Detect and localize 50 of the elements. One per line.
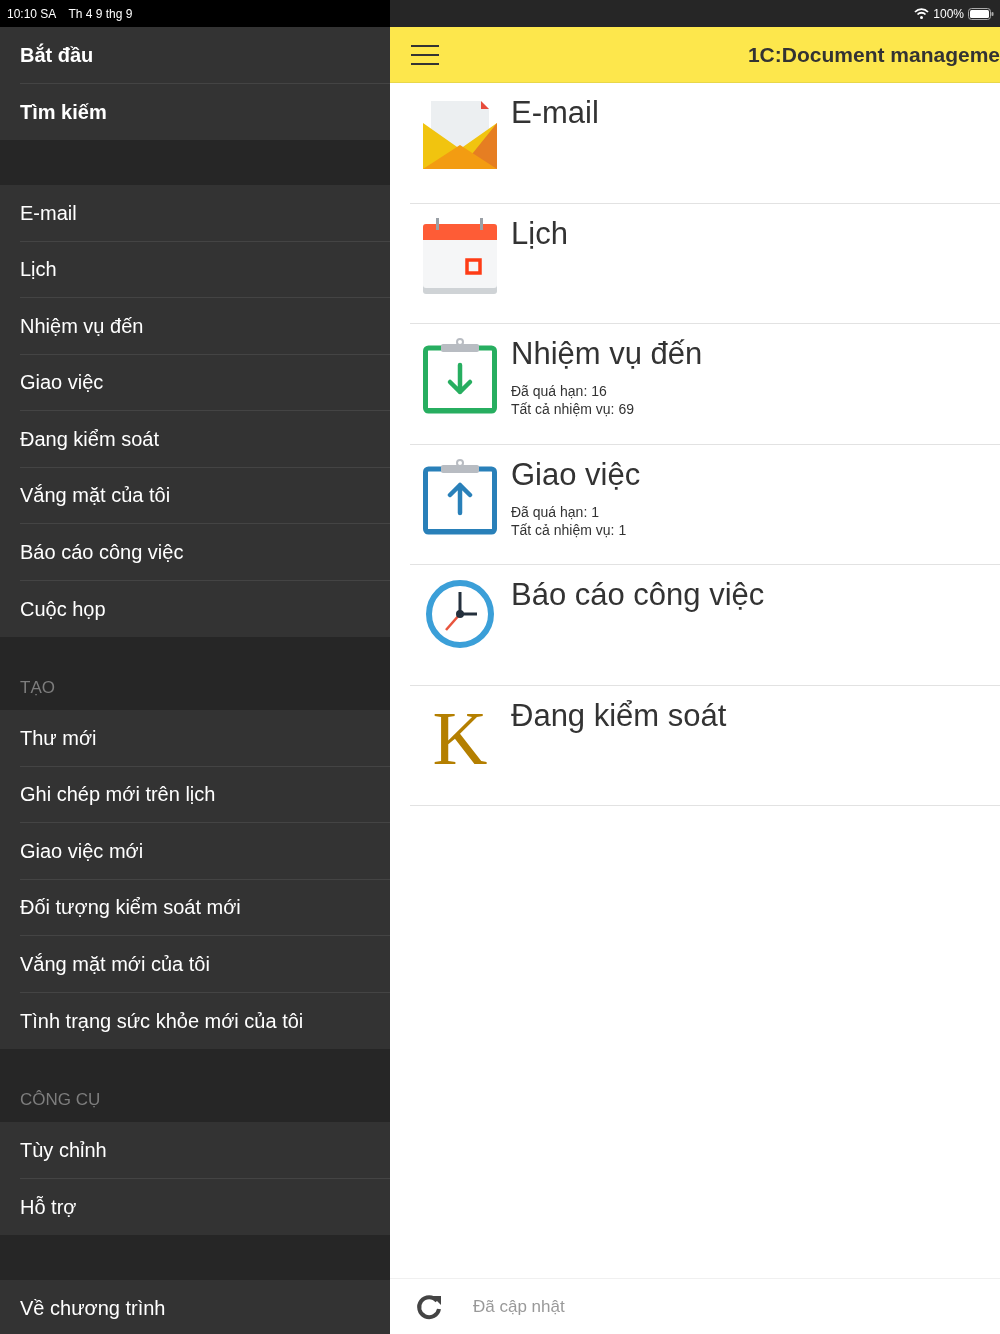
- dashboard-tile[interactable]: E-mail: [410, 83, 1000, 204]
- app-title: 1C:Document manageme: [747, 41, 1000, 68]
- update-status: Đã cập nhật: [473, 1295, 565, 1318]
- tile-title: E-mail: [511, 94, 599, 132]
- sidebar-item[interactable]: Đối tượng kiểm soát mới: [20, 892, 241, 923]
- clipboard-down-arrow-icon: [423, 338, 497, 414]
- dashboard-tile[interactable]: Báo cáo công việc: [410, 565, 1000, 686]
- tile-title: Đang kiểm soát: [511, 696, 727, 735]
- clipboard-up-arrow-icon: [423, 458, 497, 535]
- sidebar-item[interactable]: Bắt đầu: [20, 39, 94, 70]
- sidebar-item[interactable]: E-mail: [20, 197, 77, 228]
- sidebar-item[interactable]: Ghi chép mới trên lịch: [20, 779, 216, 810]
- dashboard-tile[interactable]: Giao việc Đã quá hạn: 1 Tất cả nhiệm vụ: 1: [410, 444, 1000, 565]
- battery-icon: [968, 7, 994, 20]
- clock-icon: [425, 579, 495, 649]
- battery-percent: 100%: [933, 5, 964, 23]
- letter-icon: K: [432, 699, 488, 776]
- refresh-icon[interactable]: [415, 1292, 443, 1321]
- dashboard-tile[interactable]: Nhiệm vụ đến Đã quá hạn: 16 Tất cả nhiệm vụ: 69: [410, 324, 1000, 445]
- sidebar-item[interactable]: Tùy chỉnh: [20, 1134, 107, 1165]
- sidebar-item[interactable]: Tìm kiếm: [20, 96, 107, 127]
- section-header: TẠO: [20, 676, 55, 699]
- sidebar-item[interactable]: Vắng mặt của tôi: [20, 480, 171, 511]
- tile-title: Lịch: [511, 214, 568, 253]
- sidebar-item[interactable]: Hỗ trợ: [20, 1191, 77, 1222]
- sidebar-item[interactable]: Nhiệm vụ đến: [20, 310, 144, 341]
- wifi-icon: [914, 8, 930, 19]
- sidebar-item[interactable]: Cuộc họp: [20, 593, 106, 624]
- section-header: CÔNG CỤ: [20, 1088, 101, 1111]
- tile-detail: Tất cả nhiệm vụ: 69: [511, 400, 635, 418]
- dashboard-tile[interactable]: K Đang kiểm soát: [410, 685, 1000, 806]
- sidebar-item[interactable]: Thư mới: [20, 722, 97, 753]
- sidebar-item[interactable]: Vắng mặt mới của tôi: [20, 948, 210, 979]
- sidebar-item[interactable]: Lịch: [20, 254, 57, 285]
- tile-detail: Tất cả nhiệm vụ: 1: [511, 520, 628, 539]
- tile-detail: Đã quá hạn: 1: [511, 502, 600, 521]
- dashboard-tile[interactable]: Lịch: [410, 203, 1000, 324]
- calendar-icon: [423, 217, 497, 294]
- menu-icon[interactable]: [411, 44, 439, 65]
- sidebar-item[interactable]: Giao việc: [20, 367, 104, 398]
- tile-detail: Đã quá hạn: 16: [511, 382, 608, 400]
- tile-title: Báo cáo công việc: [511, 576, 765, 614]
- tile-title: Giao việc: [511, 455, 641, 494]
- sidebar-item[interactable]: Đang kiểm soát: [20, 423, 159, 454]
- tile-title: Nhiệm vụ đến: [511, 335, 703, 373]
- status-time: 10:10 SA: [7, 5, 57, 23]
- sidebar-item[interactable]: Tình trạng sức khỏe mới của tôi: [20, 1005, 304, 1036]
- sidebar-item[interactable]: Báo cáo công việc: [20, 536, 184, 567]
- status-date: Th 4 9 thg 9: [68, 5, 133, 23]
- sidebar-item[interactable]: Giao việc mới: [20, 835, 144, 866]
